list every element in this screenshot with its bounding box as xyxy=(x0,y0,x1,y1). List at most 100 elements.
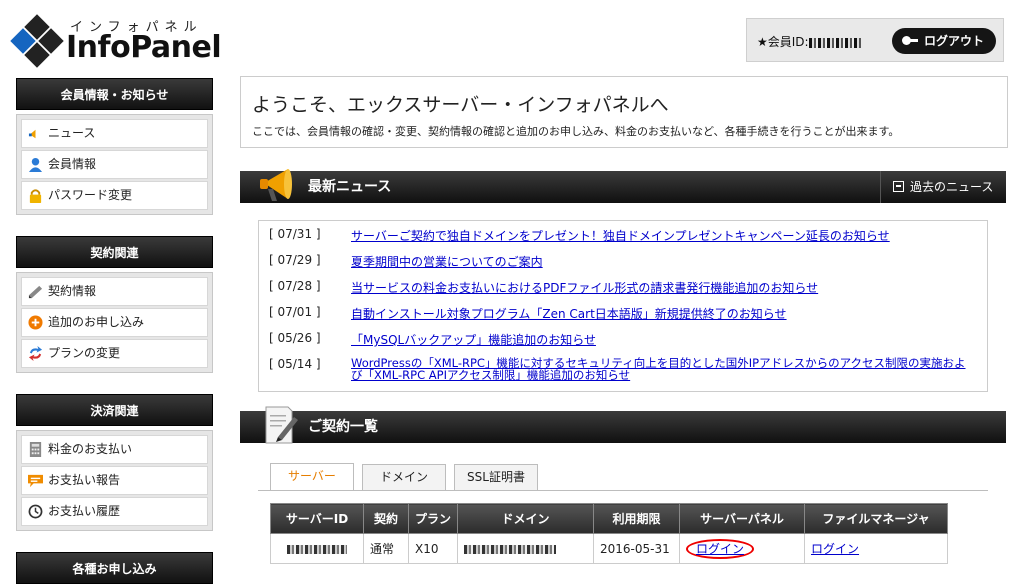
welcome-description: ここでは、会員情報の確認・変更、契約情報の確認と追加のお申し込み、料金のお支払い… xyxy=(252,125,900,138)
col-server-id: サーバーID xyxy=(270,503,364,534)
sidebar-item-payment-history[interactable]: お支払い履歴 xyxy=(21,497,208,526)
news-item: [ 07/29 ] 夏季期間中の営業についてのご案内 xyxy=(269,251,977,277)
welcome-panel: ようこそ、エックスサーバー・インフォパネルへ ここでは、会員情報の確認・変更、契… xyxy=(240,76,1008,148)
news-link[interactable]: 夏季期間中の営業についてのご案内 xyxy=(351,253,543,270)
sidebar-item-label: ニュース xyxy=(48,126,96,140)
member-id: ★会員ID: xyxy=(757,33,861,50)
document-pen-icon xyxy=(265,406,298,444)
cell-file-manager: ログイン xyxy=(804,533,949,564)
news-heading-bar: 最新ニュース 過去のニュース xyxy=(240,169,1006,203)
news-link[interactable]: WordPressの「XML-RPC」機能に対するセキュリティ向上を目的とした国… xyxy=(351,357,971,381)
cell-server-id xyxy=(270,533,364,564)
sidebar-item-label: お支払い報告 xyxy=(48,473,121,487)
past-news-label: 過去のニュース xyxy=(910,180,994,194)
news-date: [ 07/01 ] xyxy=(269,305,321,319)
cell-plan: X10 xyxy=(407,533,459,564)
sidebar-item-plan-change[interactable]: プランの変更 xyxy=(21,339,208,368)
logout-button[interactable]: ログアウト xyxy=(892,28,996,54)
tab-server[interactable]: サーバー xyxy=(270,463,354,491)
tab-divider xyxy=(258,490,988,491)
news-date: [ 07/31 ] xyxy=(269,227,321,241)
past-news-button[interactable]: 過去のニュース xyxy=(880,171,1006,203)
plus-circle-icon xyxy=(28,315,43,330)
tab-ssl[interactable]: SSL証明書 xyxy=(454,464,538,490)
calculator-icon xyxy=(29,442,42,457)
contracts-title: ご契約一覧 xyxy=(308,419,378,435)
sidebar-panel-member: ニュース 会員情報 パスワード変更 xyxy=(16,114,213,215)
logo-text-panel: Panel xyxy=(130,30,222,65)
sidebar-item-label: パスワード変更 xyxy=(48,188,133,202)
col-plan: プラン xyxy=(407,503,459,534)
server-panel-login-link[interactable]: ログイン xyxy=(686,539,755,559)
megaphone-icon xyxy=(260,169,292,201)
external-arrow-icon xyxy=(893,181,904,192)
sidebar-item-member-info[interactable]: 会員情報 xyxy=(21,150,208,179)
megaphone-icon xyxy=(28,129,36,139)
news-date: [ 05/14 ] xyxy=(269,357,321,371)
sidebar-item-password[interactable]: パスワード変更 xyxy=(21,181,208,210)
tab-domain[interactable]: ドメイン xyxy=(362,464,446,490)
news-link[interactable]: サーバーご契約で独自ドメインをプレゼント！独自ドメインプレゼントキャンペーン延長… xyxy=(351,227,890,244)
logo-diamonds-icon xyxy=(10,14,64,68)
cell-domain xyxy=(457,533,595,564)
server-id-redacted xyxy=(287,544,347,554)
table-row: 通常 X10 2016-05-31 ログイン ログイン xyxy=(270,533,949,564)
sidebar-item-label: お支払い履歴 xyxy=(48,504,121,518)
speech-bubble-icon xyxy=(28,474,43,488)
contracts-heading-bar: ご契約一覧 xyxy=(240,406,1006,444)
sidebar-item-label: 追加のお申し込み xyxy=(48,315,145,329)
sidebar-item-label: プランの変更 xyxy=(48,346,121,360)
logout-label: ログアウト xyxy=(924,34,985,48)
sidebar-item-label: 契約情報 xyxy=(48,284,97,298)
welcome-title: ようこそ、エックスサーバー・インフォパネルへ xyxy=(252,94,669,116)
sidebar-item-payment-report[interactable]: お支払い報告 xyxy=(21,466,208,495)
sidebar-item-add-application[interactable]: 追加のお申し込み xyxy=(21,308,208,337)
news-item: [ 05/14 ] WordPressの「XML-RPC」機能に対するセキュリテ… xyxy=(269,355,977,391)
sidebar-item-label: 会員情報 xyxy=(48,157,97,171)
sidebar-heading-contract: 契約関連 xyxy=(16,236,213,268)
news-item: [ 07/01 ] 自動インストール対象プログラム「Zen Cart日本語版」新… xyxy=(269,303,977,329)
file-manager-login-link[interactable]: ログイン xyxy=(811,542,859,556)
news-link[interactable]: 「MySQLバックアップ」機能追加のお知らせ xyxy=(351,331,596,348)
col-expiry: 利用期限 xyxy=(593,503,681,534)
news-date: [ 07/29 ] xyxy=(269,253,321,267)
cell-server-panel: ログイン xyxy=(679,533,806,564)
change-arrows-icon xyxy=(28,346,43,361)
member-id-redacted xyxy=(808,37,861,48)
sidebar-item-contract-info[interactable]: 契約情報 xyxy=(21,277,208,306)
logo-text: InfoPanel xyxy=(66,30,222,65)
sidebar-heading-payment: 決済関連 xyxy=(16,394,213,426)
news-item: [ 07/28 ] 当サービスの料金お支払いにおけるPDFファイル形式の請求書発… xyxy=(269,277,977,303)
sidebar-panel-contract: 契約情報 追加のお申し込み プランの変更 xyxy=(16,272,213,373)
col-contract: 契約 xyxy=(363,503,409,534)
sidebar-heading-member: 会員情報・お知らせ xyxy=(16,78,213,110)
cell-contract: 通常 xyxy=(363,533,409,564)
col-file-manager: ファイルマネージャ xyxy=(804,503,949,534)
news-item: [ 05/26 ] 「MySQLバックアップ」機能追加のお知らせ xyxy=(269,329,977,355)
key-icon xyxy=(902,33,918,49)
domain-redacted xyxy=(464,544,557,554)
contract-table: サーバーID 契約 プラン ドメイン 利用期限 サーバーパネル ファイルマネージ… xyxy=(270,503,949,564)
sidebar-item-news[interactable]: ニュース xyxy=(21,119,208,148)
col-server-panel: サーバーパネル xyxy=(679,503,806,534)
member-box: ★会員ID: ログアウト xyxy=(746,18,1004,62)
sidebar-panel-payment: 料金のお支払い お支払い報告 お支払い履歴 xyxy=(16,430,213,531)
lock-icon xyxy=(29,189,42,203)
news-date: [ 05/26 ] xyxy=(269,331,321,345)
sidebar-item-label: 料金のお支払い xyxy=(48,442,133,456)
news-title: 最新ニュース xyxy=(308,179,392,195)
news-link[interactable]: 自動インストール対象プログラム「Zen Cart日本語版」新規提供終了のお知らせ xyxy=(351,305,787,322)
member-id-label: ★会員ID: xyxy=(757,35,809,49)
sidebar-item-pay-fees[interactable]: 料金のお支払い xyxy=(21,435,208,464)
sidebar-heading-applications: 各種お申し込み xyxy=(16,552,213,584)
col-domain: ドメイン xyxy=(457,503,595,534)
news-date: [ 07/28 ] xyxy=(269,279,321,293)
news-link[interactable]: 当サービスの料金お支払いにおけるPDFファイル形式の請求書発行機能追加のお知らせ xyxy=(351,279,818,296)
news-item: [ 07/31 ] サーバーご契約で独自ドメインをプレゼント！独自ドメインプレゼ… xyxy=(269,225,977,251)
infopanel-logo[interactable]: インフォパネル InfoPanel xyxy=(10,14,222,68)
news-list: [ 07/31 ] サーバーご契約で独自ドメインをプレゼント！独自ドメインプレゼ… xyxy=(258,220,988,392)
logo-text-info: Info xyxy=(66,30,131,65)
cell-expiry: 2016-05-31 xyxy=(593,533,681,564)
clock-icon xyxy=(28,504,43,519)
table-header-row: サーバーID 契約 プラン ドメイン 利用期限 サーバーパネル ファイルマネージ… xyxy=(270,503,949,534)
